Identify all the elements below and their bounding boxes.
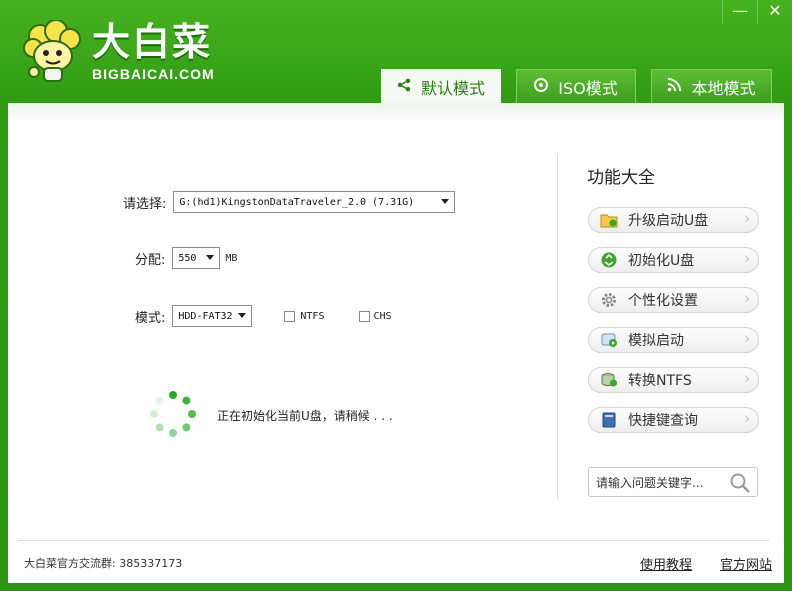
tab-iso-mode[interactable]: ISO模式 (516, 69, 636, 103)
chevron-down-icon (238, 313, 247, 318)
ntfs-checkbox[interactable] (284, 310, 296, 322)
app-logo: 大白菜 BIGBAICAI.COM (20, 20, 215, 84)
alloc-select[interactable]: 550 (172, 247, 221, 269)
chevron-down-icon (206, 255, 215, 260)
tutorial-link[interactable]: 使用教程 (640, 554, 692, 573)
upgrade-usb-button[interactable]: 升级启动U盘 › (588, 207, 759, 233)
question-search-input[interactable]: 请输入问题关键字... (588, 467, 758, 497)
tab-label: ISO模式 (558, 78, 618, 98)
book-icon (600, 411, 618, 429)
device-select[interactable]: G:(hd1)KingstonDataTraveler_2.0 (7.31G) (173, 191, 456, 213)
footer-divider (18, 540, 769, 541)
mode-select-value: HDD-FAT32 (178, 310, 233, 322)
tab-label: 本地模式 (691, 78, 756, 98)
chs-checkbox[interactable] (359, 310, 371, 322)
chevron-right-icon: › (744, 332, 750, 347)
upgrade-folder-icon (600, 211, 618, 229)
logo-subtitle: BIGBAICAI.COM (92, 66, 215, 82)
convert-ntfs-label: 转换NTFS (628, 373, 692, 389)
mode-select[interactable]: HDD-FAT32 (172, 305, 253, 327)
gear-icon (600, 291, 618, 309)
main-panel: 请选择: G:(hd1)KingstonDataTraveler_2.0 (7.… (8, 103, 784, 583)
alloc-unit: MB (225, 252, 238, 264)
share-icon (397, 78, 411, 96)
shortcut-query-label: 快捷键查询 (628, 413, 698, 429)
chevron-right-icon: › (744, 292, 750, 307)
minimize-button[interactable]: — (722, 0, 757, 24)
panel-divider (557, 153, 558, 499)
mode-tabs: 默认模式 ISO模式 本地模式 (381, 69, 772, 104)
device-row: 请选择: G:(hd1)KingstonDataTraveler_2.0 (7.… (123, 191, 456, 213)
alloc-label: 分配: (135, 252, 166, 268)
qq-group-text: 大白菜官方交流群: 385337173 (24, 557, 183, 570)
chs-label: CHS (373, 310, 392, 322)
convert-ntfs-button[interactable]: 转换NTFS › (588, 367, 759, 393)
device-select-value: G:(hd1)KingstonDataTraveler_2.0 (7.31G) (179, 196, 415, 208)
alloc-row: 分配: 550 MB (135, 247, 237, 269)
mode-label: 模式: (135, 310, 166, 326)
convert-disk-icon (600, 371, 618, 389)
tab-label: 默认模式 (420, 79, 485, 98)
alloc-select-value: 550 (178, 252, 197, 264)
shortcut-query-button[interactable]: 快捷键查询 › (588, 407, 759, 433)
personalize-button[interactable]: 个性化设置 › (588, 287, 759, 313)
personalize-label: 个性化设置 (628, 293, 698, 309)
tab-default-mode[interactable]: 默认模式 (381, 69, 501, 104)
cabbage-mascot-icon (23, 20, 81, 82)
logo-title: 大白菜 (92, 20, 213, 64)
close-button[interactable]: ✕ (757, 0, 792, 24)
status-text: 正在初始化当前U盘，请稍候 . . . (217, 409, 393, 423)
chevron-right-icon: › (744, 412, 750, 427)
search-icon[interactable] (729, 472, 751, 497)
tab-local-mode[interactable]: 本地模式 (651, 69, 772, 103)
upgrade-usb-label: 升级启动U盘 (628, 213, 709, 229)
loading-spinner-icon (150, 391, 196, 437)
recycle-icon (600, 251, 618, 269)
window-controls: — ✕ (722, 0, 792, 24)
chevron-right-icon: › (744, 212, 750, 227)
search-placeholder: 请输入问题关键字... (596, 475, 704, 490)
ntfs-label: NTFS (300, 310, 325, 322)
app-window: — ✕ 大白菜 BIGBAICAI.COM 默认模式 ISO模式 本地模式 请选… (0, 0, 792, 591)
init-usb-button[interactable]: 初始化U盘 › (588, 247, 759, 273)
chevron-right-icon: › (744, 252, 750, 267)
disc-icon (534, 77, 549, 96)
device-select-label: 请选择: (123, 196, 167, 212)
mode-row: 模式: HDD-FAT32 NTFS CHS (135, 305, 392, 327)
init-usb-label: 初始化U盘 (628, 253, 695, 269)
simulate-start-button[interactable]: 模拟启动 › (588, 327, 759, 353)
side-panel-title: 功能大全 (587, 168, 655, 188)
chevron-down-icon (441, 199, 450, 204)
rss-icon (667, 77, 682, 96)
simulate-start-icon (600, 331, 618, 349)
simulate-start-label: 模拟启动 (628, 333, 684, 349)
website-link[interactable]: 官方网站 (720, 554, 772, 573)
chevron-right-icon: › (744, 372, 750, 387)
